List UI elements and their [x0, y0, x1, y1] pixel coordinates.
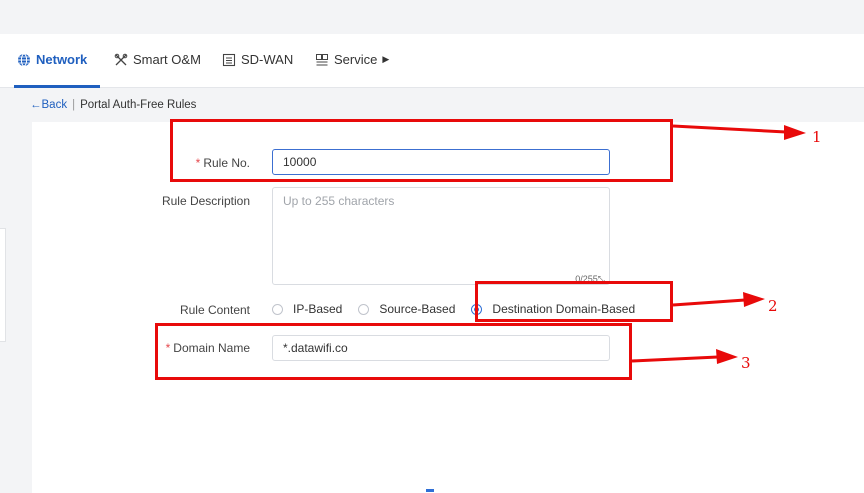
annotation-arrowhead-2 — [743, 292, 765, 307]
annotation-arrow-3 — [631, 355, 719, 363]
annotation-label-1: 1 — [812, 128, 822, 146]
annotation-arrowhead-1 — [784, 125, 806, 140]
annotation-arrow-2 — [672, 298, 746, 307]
annotation-label-3: 3 — [741, 354, 751, 372]
annotation-arrowhead-3 — [716, 349, 738, 364]
annotation-arrow-1 — [672, 124, 787, 134]
annotation-label-2: 2 — [768, 297, 778, 315]
annotation-arrows — [631, 124, 806, 364]
